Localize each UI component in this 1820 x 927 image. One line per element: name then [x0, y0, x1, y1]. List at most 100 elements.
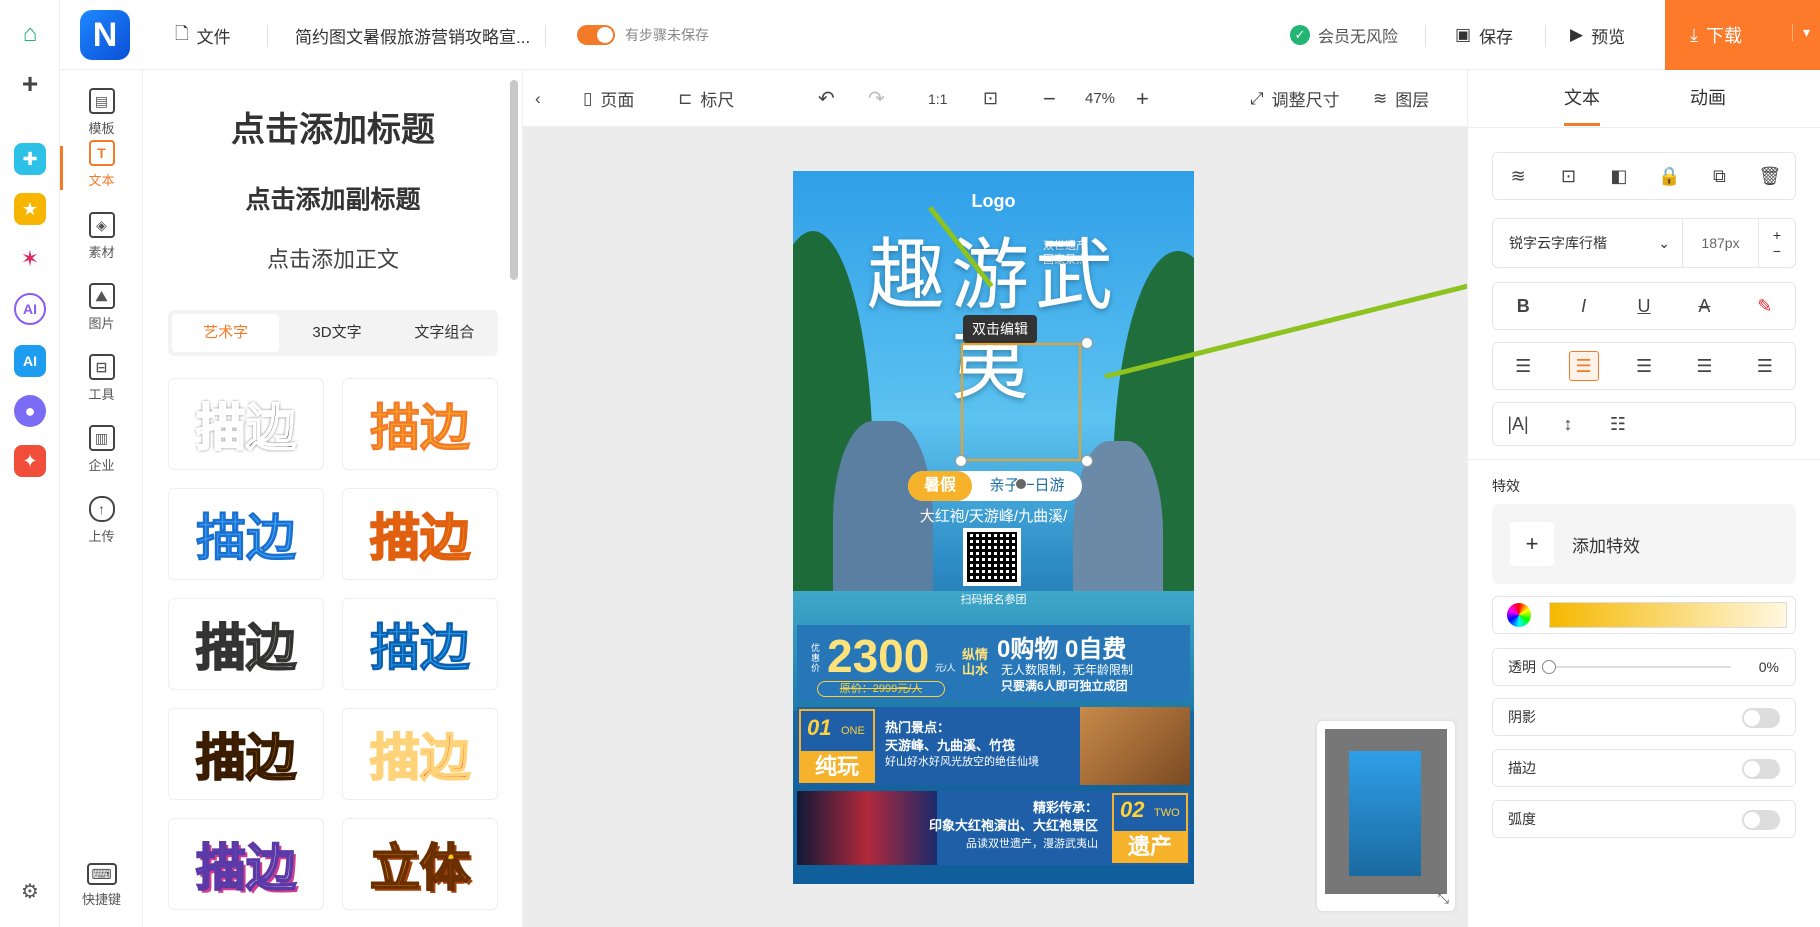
strikethrough-icon[interactable]: A: [1674, 296, 1734, 317]
justify-icon[interactable]: ☰: [1674, 356, 1734, 377]
zoom-value[interactable]: 47%: [1085, 70, 1115, 127]
app-game-icon[interactable]: ✦: [14, 445, 46, 477]
app-network-icon[interactable]: ✶: [14, 243, 46, 275]
resize-button[interactable]: ⤢ 调整尺寸: [1250, 70, 1340, 127]
lock-icon[interactable]: 🔒: [1644, 166, 1694, 187]
duplicate-icon[interactable]: ⧉: [1694, 166, 1744, 187]
preview-button[interactable]: ▶ 预览: [1570, 0, 1625, 70]
file-menu[interactable]: 🗋 文件: [175, 0, 231, 70]
delete-icon[interactable]: 🗑: [1745, 166, 1795, 187]
app-logo[interactable]: N: [80, 10, 130, 60]
poster-logo[interactable]: Logo: [793, 191, 1194, 212]
app-robot-icon[interactable]: ●: [14, 395, 46, 427]
ruler-button[interactable]: ⊏ 标尺: [678, 70, 734, 127]
resize-handle[interactable]: [1081, 455, 1093, 467]
hot-spots-band[interactable]: 01 ONE 纯玩 热门景点： 天游峰、九曲溪、竹筏 好山好水好风光放空的绝佳仙…: [797, 707, 1190, 785]
tool-enterprise[interactable]: ▥ 企业: [60, 425, 143, 474]
layer-order-icon[interactable]: ≋: [1493, 166, 1543, 187]
justify-all-icon[interactable]: ☰: [1735, 356, 1795, 377]
color-wheel-icon[interactable]: [1507, 603, 1531, 627]
poster-spots[interactable]: 大红袍/天游峰/九曲溪/: [793, 505, 1194, 526]
art-text-tile[interactable]: 描边: [168, 488, 324, 580]
add-effect-button[interactable]: + 添加特效: [1492, 504, 1796, 584]
tab-3d-text[interactable]: 3D文字: [283, 310, 390, 356]
letter-spacing-icon[interactable]: |A|: [1493, 414, 1543, 435]
chevron-down-icon[interactable]: ▾: [1791, 24, 1810, 41]
italic-icon[interactable]: I: [1553, 296, 1613, 317]
tool-text[interactable]: T 文本: [60, 140, 143, 190]
selection-box[interactable]: [961, 343, 1081, 461]
home-icon[interactable]: ⌂: [14, 18, 46, 50]
qr-label[interactable]: 扫码报名参团: [793, 591, 1194, 607]
gradient-swatch[interactable]: [1549, 602, 1787, 628]
art-text-tile[interactable]: 描边: [342, 488, 498, 580]
add-title-button[interactable]: 点击添加标题: [143, 102, 522, 151]
collapse-panel-icon[interactable]: ‹: [535, 70, 541, 127]
zoom-in-icon[interactable]: +: [1136, 70, 1149, 127]
opacity-slider[interactable]: [1542, 660, 1731, 674]
fit-screen-icon[interactable]: ⊡: [983, 70, 998, 127]
stroke-toggle[interactable]: [1742, 759, 1780, 779]
underline-icon[interactable]: U: [1614, 296, 1674, 317]
crop-icon[interactable]: ⊡: [1543, 166, 1593, 187]
page-thumbnail[interactable]: ⤡: [1317, 721, 1455, 911]
page-button[interactable]: ▯ 页面: [583, 70, 634, 127]
tool-upload[interactable]: ↑ 上传: [60, 496, 143, 545]
tab-text-combo[interactable]: 文字组合: [391, 310, 498, 356]
document-title[interactable]: 简约图文暑假旅游营销攻略宣...: [295, 0, 530, 70]
font-size-input[interactable]: 187px: [1683, 218, 1759, 268]
increase-icon[interactable]: +: [1773, 227, 1781, 243]
member-status[interactable]: ✓ 会员无风险: [1290, 0, 1398, 70]
tool-material[interactable]: ◈ 素材: [60, 212, 143, 261]
zoom-out-icon[interactable]: −: [1043, 70, 1056, 127]
app-ai-icon[interactable]: AI: [14, 345, 46, 377]
download-button[interactable]: ⤓ 下载 ▾: [1665, 0, 1820, 70]
rotate-handle[interactable]: [1015, 478, 1027, 490]
price-band[interactable]: 优惠价 2300 元/人 原价：2999元/人 纵情 山水 0购物 0自费 无人数…: [797, 625, 1190, 701]
align-center-icon[interactable]: ☰: [1553, 351, 1613, 381]
art-text-tile[interactable]: 描边: [168, 708, 324, 800]
app-star-icon[interactable]: ★: [14, 193, 46, 225]
settings-icon[interactable]: ⚙: [14, 875, 46, 907]
tab-text[interactable]: 文本: [1564, 70, 1600, 126]
tool-tools[interactable]: ⊟ 工具: [60, 354, 143, 403]
autosave-toggle[interactable]: [577, 25, 615, 45]
resize-handle[interactable]: [1081, 337, 1093, 349]
text-color-icon[interactable]: ✎: [1735, 296, 1795, 317]
line-height-icon[interactable]: ↕: [1543, 414, 1593, 435]
tool-template[interactable]: ▤ 模板: [60, 88, 143, 137]
app-design-icon[interactable]: ✚: [14, 143, 46, 175]
add-icon[interactable]: +: [14, 68, 46, 100]
art-text-tile[interactable]: 描边: [342, 598, 498, 690]
redo-icon[interactable]: ↷: [868, 70, 885, 127]
tab-animation[interactable]: 动画: [1690, 70, 1726, 127]
undo-icon[interactable]: ↶: [818, 70, 835, 127]
font-family-select[interactable]: 锐字云字库行楷 ⌄: [1493, 218, 1683, 268]
align-left-icon[interactable]: ☰: [1493, 356, 1553, 377]
list-icon[interactable]: ☷: [1593, 414, 1643, 435]
add-body-button[interactable]: 点击添加正文: [143, 242, 522, 274]
art-text-tile[interactable]: 描边: [342, 708, 498, 800]
layers-button[interactable]: ≋ 图层: [1373, 70, 1429, 127]
art-text-tile[interactable]: 描边: [168, 378, 324, 470]
art-text-tile[interactable]: 描边: [168, 818, 324, 910]
decrease-icon[interactable]: −: [1773, 243, 1781, 259]
add-subtitle-button[interactable]: 点击添加副标题: [143, 180, 522, 216]
poster-badge[interactable]: 暑假 亲子一日游: [908, 471, 1082, 501]
align-right-icon[interactable]: ☰: [1614, 356, 1674, 377]
tool-image[interactable]: ⛰ 图片: [60, 283, 143, 332]
tab-art-text[interactable]: 艺术字: [172, 314, 280, 352]
ratio-button[interactable]: 1:1: [928, 70, 947, 127]
slider-knob[interactable]: [1542, 660, 1556, 674]
autosave-status[interactable]: 有步骤未保存: [577, 0, 709, 70]
curve-toggle[interactable]: [1742, 810, 1780, 830]
resize-handle[interactable]: [955, 455, 967, 467]
art-text-tile[interactable]: 立体: [342, 818, 498, 910]
expand-icon[interactable]: ⤡: [1438, 890, 1449, 907]
art-text-tile[interactable]: 描边: [168, 598, 324, 690]
panel-scrollbar[interactable]: [510, 80, 518, 280]
art-text-tile[interactable]: 描边: [342, 378, 498, 470]
app-ai-circle-icon[interactable]: AI: [14, 293, 46, 325]
poster-canvas[interactable]: Logo 双世遗产 国家景点 趣游武夷 暑假 亲子一日游 大红袍/天游峰/九曲溪/…: [793, 171, 1194, 884]
shadow-toggle[interactable]: [1742, 708, 1780, 728]
